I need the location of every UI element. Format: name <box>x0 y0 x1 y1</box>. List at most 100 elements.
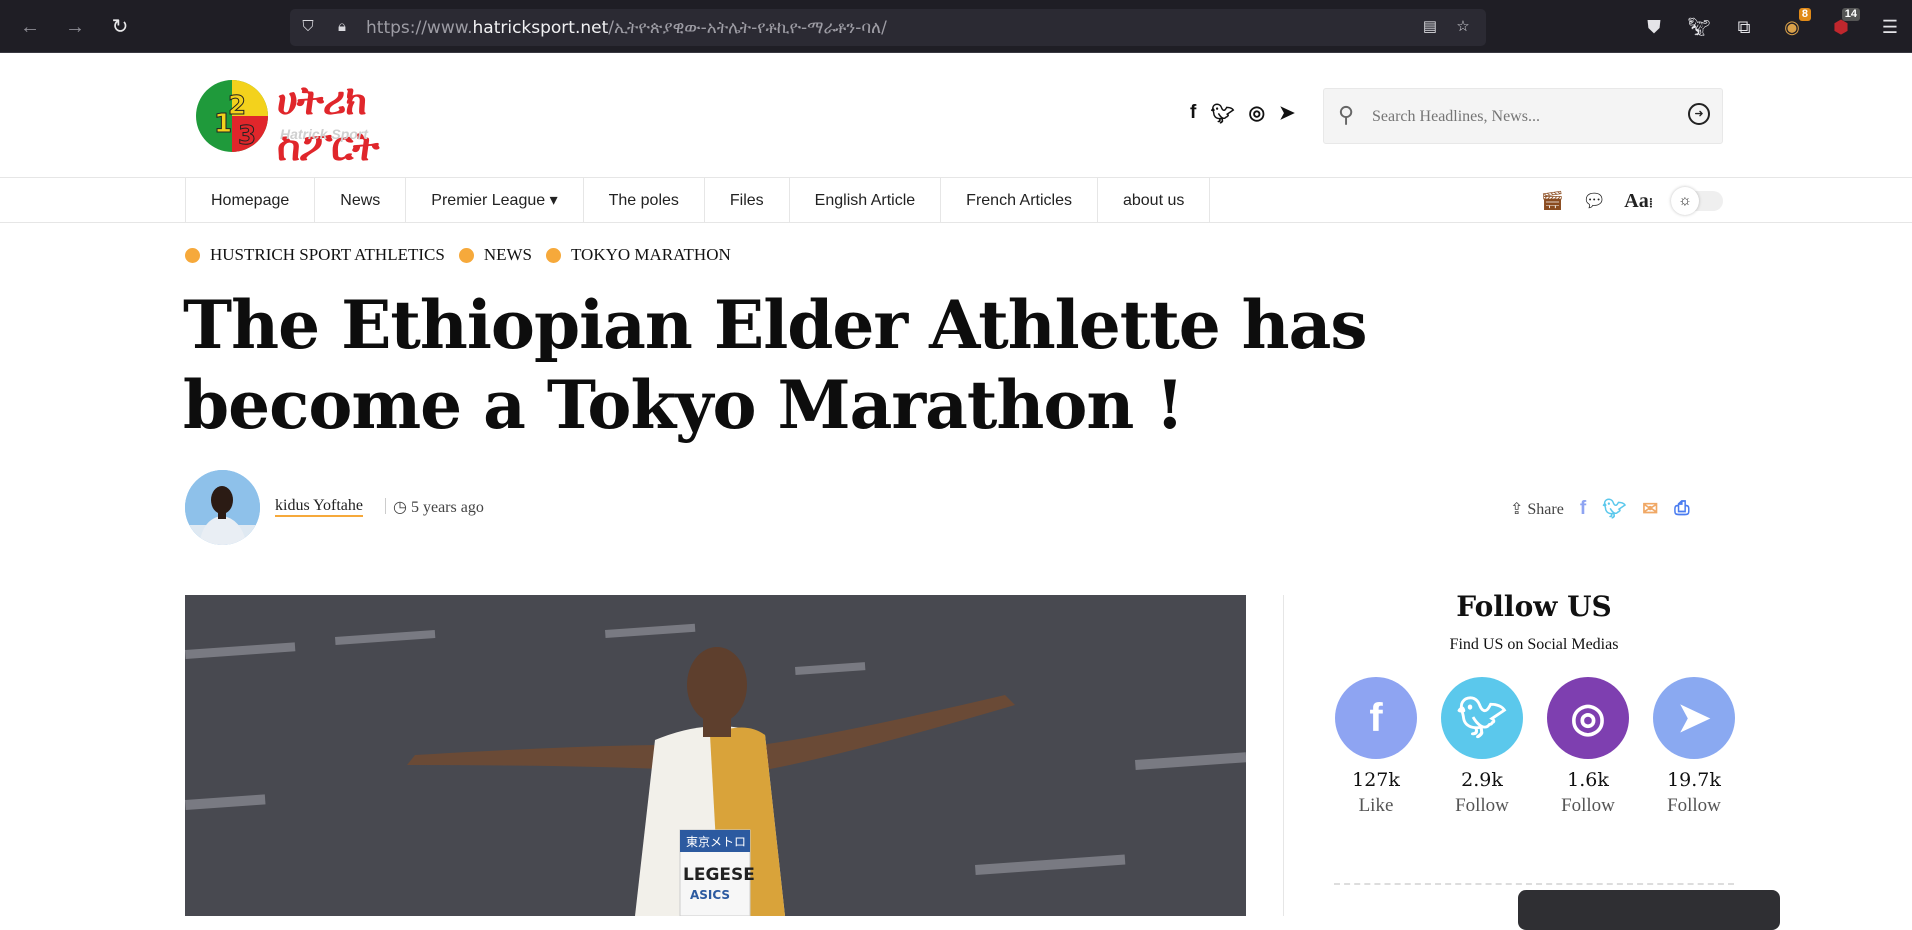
instagram-icon[interactable]: ◎ <box>1248 102 1265 126</box>
main-navigation: Homepage News Premier League ▾ The poles… <box>0 178 1912 223</box>
nav-item-premier-league[interactable]: Premier League ▾ <box>405 178 582 223</box>
follow-action: Follow <box>1561 795 1615 816</box>
menu-list: Homepage News Premier League ▾ The poles… <box>185 178 1211 223</box>
publish-time-text: 5 years ago <box>410 499 484 516</box>
share-label-text: Share <box>1527 501 1564 518</box>
extensions-puzzle-icon[interactable]: ⧉ <box>1731 14 1757 40</box>
category-list: HUSTRICH SPORT ATHLETICS NEWS TOKYO MARA… <box>185 245 731 265</box>
twitter-icon: 🐦︎ <box>1441 677 1523 759</box>
follower-count: 127k <box>1352 769 1400 791</box>
logo-amharic-text: ሀትሪክ ስፖርት <box>277 78 379 170</box>
follow-facebook[interactable]: f 127k Like <box>1334 677 1418 817</box>
category-label: NEWS <box>483 245 532 264</box>
dark-mode-toggle[interactable]: ☼ <box>1671 187 1724 215</box>
share-email-icon[interactable]: ✉ <box>1642 498 1658 521</box>
extension-dino-icon[interactable]: 🦖︎ <box>1686 14 1712 40</box>
reader-view-icon[interactable]: ▤ <box>1420 17 1440 37</box>
bib-header-text: 東京メトロ <box>686 835 746 849</box>
site-logo[interactable]: 1 2 3 ሀትሪክ ስፖርት Hatrick Sport <box>192 74 442 170</box>
bib-sponsor-text: ASICS <box>690 888 730 902</box>
clock-icon: ◷ <box>393 499 411 516</box>
nav-item-about-us[interactable]: about us <box>1096 178 1211 223</box>
category-link[interactable]: TOKYO MARATHON <box>545 245 731 265</box>
follower-count: 1.6k <box>1567 769 1609 791</box>
category-label: HUSTRICH SPORT ATHLETICS <box>210 245 445 264</box>
follow-twitter[interactable]: 🐦︎ 2.9k Follow <box>1440 677 1524 817</box>
svg-text:3: 3 <box>238 121 256 151</box>
publish-time: ◷ 5 years ago <box>393 497 484 517</box>
byline-separator <box>385 498 386 514</box>
logo-english-text: Hatrick Sport <box>280 126 368 142</box>
url-text[interactable]: https://www.hatricksport.net/ኢትዮጵያዊው-አትሌ… <box>366 18 887 38</box>
telegram-icon[interactable]: ➤ <box>1279 102 1295 126</box>
nav-item-french-articles[interactable]: French Articles <box>940 178 1097 223</box>
follow-action: Like <box>1358 795 1394 816</box>
share-twitter-icon[interactable]: 🐦︎ <box>1602 497 1626 521</box>
nav-tools: 🎬︎ 💬︎ Aa⁞ ☼ <box>1540 186 1724 216</box>
article-byline: kidus Yoftahe ◷ 5 years ago ⇪ Share f 🐦︎… <box>185 470 1735 545</box>
share-icon: ⇪ <box>1510 501 1528 518</box>
search-icon: ⚲ <box>1338 102 1355 127</box>
telegram-icon: ➤ <box>1653 677 1735 759</box>
twitter-icon[interactable]: 🐦︎ <box>1210 102 1234 126</box>
category-dot <box>458 247 474 263</box>
nav-item-english-article[interactable]: English Article <box>788 178 941 223</box>
reload-icon[interactable]: ↻ <box>106 13 134 41</box>
follow-us-subtitle: Find US on Social Medias <box>1449 636 1619 653</box>
share-label: ⇪ Share <box>1510 499 1564 519</box>
browser-toolbar: ← → ↻ ⛉ 🔒︎ https://www.hatricksport.net/… <box>0 0 1912 53</box>
forward-arrow-icon[interactable]: → <box>61 13 89 41</box>
nav-item-homepage[interactable]: Homepage <box>185 178 314 223</box>
font-size-toggle[interactable]: Aa⁞ <box>1624 190 1653 213</box>
category-dot <box>185 247 200 263</box>
ublock-icon[interactable]: ⬢ 14 <box>1828 8 1860 40</box>
hamburger-menu-icon[interactable]: ☰ <box>1877 14 1903 40</box>
category-dot <box>545 247 561 263</box>
nav-item-files[interactable]: Files <box>703 178 789 223</box>
category-link[interactable]: NEWS <box>458 245 532 265</box>
follow-action: Follow <box>1455 795 1509 816</box>
nav-item-the-poles[interactable]: The poles <box>582 178 704 223</box>
back-arrow-icon[interactable]: ← <box>16 13 44 41</box>
font-size-label: Aa <box>1624 189 1649 212</box>
follower-count: 2.9k <box>1461 769 1503 791</box>
print-icon[interactable]: ⎙ <box>1674 498 1689 520</box>
category-label: TOKYO MARATHON <box>570 245 731 264</box>
article-featured-image: 東京メトロ LEGESE ASICS <box>185 595 1246 916</box>
svg-text:2: 2 <box>228 91 246 121</box>
facebook-icon: f <box>1335 677 1417 759</box>
facebook-icon[interactable]: f <box>1190 102 1196 126</box>
author-link[interactable]: kidus Yoftahe <box>275 497 364 517</box>
logo-mark-icon: 1 2 3 <box>196 80 268 152</box>
bib-name-text: LEGESE <box>683 865 755 885</box>
share-bar: ⇪ Share f 🐦︎ ✉ ⎙ <box>1510 497 1689 521</box>
lock-icon[interactable]: 🔒︎ <box>332 17 352 37</box>
author-avatar[interactable] <box>185 470 260 545</box>
search-input[interactable] <box>1372 103 1672 131</box>
runner-photo: 東京メトロ LEGESE ASICS <box>185 595 1246 916</box>
site-header: 1 2 3 ሀትሪክ ስፖርት Hatrick Sport f 🐦︎ ◎ ➤ ⚲… <box>0 54 1912 178</box>
follow-telegram[interactable]: ➤ 19.7k Follow <box>1652 677 1736 817</box>
search-submit-icon[interactable]: ➜ <box>1688 103 1710 125</box>
search-box: ⚲ ➜ <box>1323 88 1723 144</box>
video-icon[interactable]: 🎬︎ <box>1540 189 1564 213</box>
header-social-links: f 🐦︎ ◎ ➤ <box>1190 102 1295 126</box>
instagram-icon: ◎ <box>1547 677 1629 759</box>
follower-count: 19.7k <box>1667 769 1721 791</box>
bookmark-star-icon[interactable]: ☆ <box>1453 17 1473 37</box>
follow-action: Follow <box>1667 795 1721 816</box>
nav-item-news[interactable]: News <box>314 178 405 223</box>
article-title: The Ethiopian Elder Athlette has become … <box>183 286 1368 444</box>
avatar-image <box>185 470 260 545</box>
notification-bubble-icon[interactable]: 💬︎ <box>1582 189 1606 213</box>
address-bar[interactable]: ⛉ 🔒︎ https://www.hatricksport.net/ኢትዮጵያዊ… <box>290 9 1486 46</box>
share-facebook-icon[interactable]: f <box>1580 498 1586 520</box>
follow-us-heading: Follow US <box>1456 590 1612 623</box>
follow-instagram[interactable]: ◎ 1.6k Follow <box>1546 677 1630 817</box>
shield-icon[interactable]: ⛉ <box>298 17 318 37</box>
floating-toolbar-popup[interactable] <box>1518 890 1780 930</box>
extension-badge-icon[interactable]: ◉ 8 <box>1779 8 1811 40</box>
pocket-icon[interactable]: ⛊ <box>1641 14 1667 40</box>
sun-icon: ☼ <box>1671 187 1700 215</box>
category-link[interactable]: HUSTRICH SPORT ATHLETICS <box>185 245 445 265</box>
